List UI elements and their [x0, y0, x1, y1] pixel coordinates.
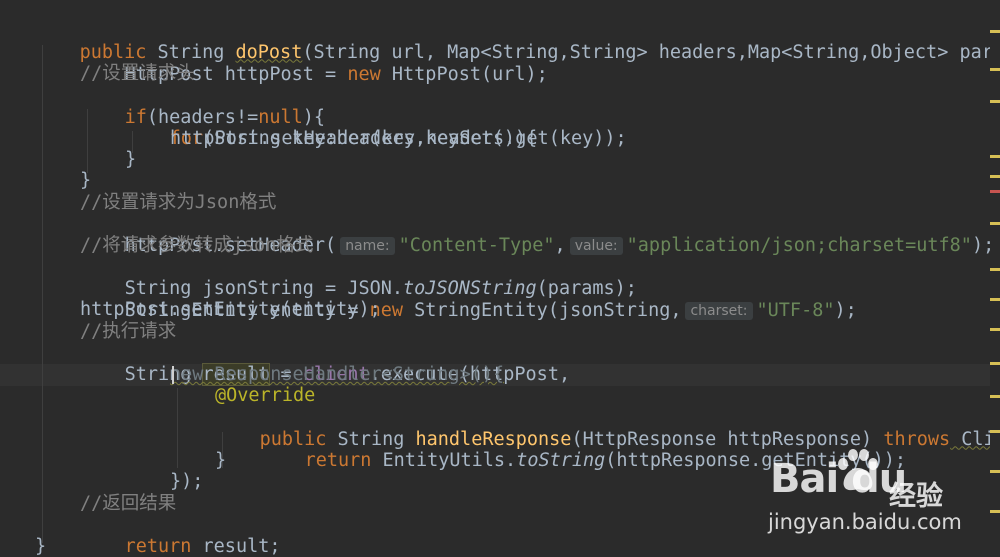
code-comment: //返回结果: [80, 493, 177, 514]
code-comment: //设置请求头: [80, 63, 195, 84]
code-line[interactable]: String result = client.execute(httpPost,: [80, 342, 570, 386]
code-text: HttpPost(url);: [380, 63, 548, 85]
keyword: return: [304, 449, 372, 471]
code-line[interactable]: }: [80, 170, 91, 192]
code-text: );: [971, 234, 990, 256]
code-line[interactable]: StringEntity entity = new StringEntity(j…: [80, 278, 857, 321]
warning-marker[interactable]: [990, 298, 1000, 301]
warning-marker[interactable]: [990, 328, 1000, 331]
baidu-paw-icon: [838, 449, 878, 491]
code-comment: //执行请求: [80, 321, 177, 342]
code-text: ClientP: [961, 428, 990, 450]
indent-guide: [177, 388, 178, 468]
warning-marker[interactable]: [990, 175, 1000, 178]
warning-marker[interactable]: [990, 470, 1000, 473]
code-line[interactable]: return EntityUtils.toString(httpResponse…: [260, 428, 906, 471]
warning-marker[interactable]: [990, 30, 1000, 33]
string-literal: "application/json;charset=utf8": [626, 234, 972, 256]
code-line[interactable]: }: [35, 536, 46, 557]
warning-marker[interactable]: [990, 155, 1000, 158]
baidu-jingyan-watermark: Bai du 经验 jingyan.baidu.com: [764, 448, 984, 543]
code-line[interactable]: for(String key:headers.keySet()){: [125, 106, 538, 149]
jingyan-label: 经验: [889, 481, 943, 512]
code-text: ,: [554, 234, 566, 256]
parameter-hint-name: name:: [340, 236, 395, 255]
code-text: StringEntity(jsonString,: [403, 299, 682, 321]
code-line[interactable]: }: [125, 149, 136, 171]
keyword: return: [124, 535, 192, 557]
string-literal: "Content-Type": [398, 234, 555, 256]
warning-marker[interactable]: [990, 395, 1000, 398]
warning-marker[interactable]: [990, 222, 1000, 225]
code-line[interactable]: if(headers!=null){: [80, 85, 326, 128]
code-text: result;: [191, 535, 281, 557]
code-line[interactable]: String jsonString = JSON.toJSONString(pa…: [80, 256, 637, 299]
keyword: new: [347, 63, 381, 85]
code-line[interactable]: HttpPost httpPost = new HttpPost(url);: [80, 42, 548, 85]
code-line[interactable]: });: [170, 471, 203, 493]
warning-marker[interactable]: [990, 362, 1000, 365]
code-line[interactable]: }: [215, 450, 226, 472]
watermark-url: jingyan.baidu.com: [768, 510, 962, 534]
code-line-anonymous-class[interactable]: new ResponseHandler<String>(){: [170, 364, 504, 386]
code-text: EntityUtils.: [371, 449, 517, 471]
warning-marker[interactable]: [990, 510, 1000, 513]
code-line[interactable]: httpPost.setEntity(entity);: [80, 299, 381, 321]
code-comment: //设置请求为Json格式: [80, 192, 277, 213]
static-method: toString: [516, 449, 606, 471]
text-caret: [172, 366, 174, 384]
error-stripe[interactable]: [990, 0, 1000, 557]
indent-guide: [42, 45, 43, 543]
code-line-method-signature[interactable]: public String doPost(String url, Map<Str…: [35, 20, 990, 63]
error-marker[interactable]: [990, 190, 1000, 193]
code-comment: //将请求参数转成json格式: [80, 235, 314, 256]
parameter-hint-value: value:: [569, 236, 623, 255]
parameter-hint-charset: charset:: [685, 301, 753, 320]
code-line[interactable]: return result;: [80, 514, 281, 557]
code-line[interactable]: httpPost.setHeader(key,headers.get(key))…: [170, 128, 627, 150]
annotation: @Override: [215, 385, 316, 406]
string-literal: "UTF-8": [756, 299, 835, 321]
code-text: );: [834, 299, 857, 321]
code-line[interactable]: public String handleResponse(HttpRespons…: [215, 407, 990, 450]
warning-marker[interactable]: [990, 430, 1000, 433]
warning-marker[interactable]: [990, 268, 1000, 271]
warning-marker[interactable]: [990, 68, 1000, 71]
warning-marker[interactable]: [990, 100, 1000, 103]
code-line[interactable]: httpPost.setHeader(name: "Content-Type", v…: [80, 213, 990, 256]
